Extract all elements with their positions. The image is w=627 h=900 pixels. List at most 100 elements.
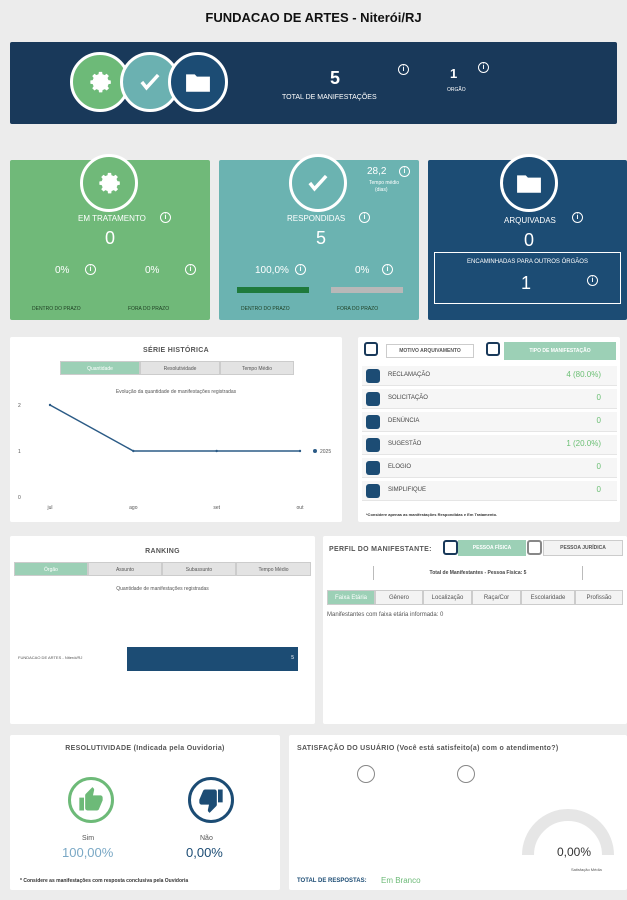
arquivadas-value: 0 [524, 230, 535, 250]
tab-assunto[interactable]: Assunto [88, 562, 162, 576]
info-icon[interactable]: i [359, 212, 370, 223]
summary-header: 5 TOTAL DE MANIFESTAÇÕES i 1 ORGÃO i [10, 42, 617, 124]
ranking-subtitle: Quantidade de manifestações registradas [116, 586, 209, 592]
tab-pessoa-fisica[interactable]: PESSOA FÍSICA [458, 540, 526, 556]
thumbs-up-icon [366, 461, 380, 475]
alert-icon [366, 415, 380, 429]
info-icon[interactable]: i [185, 264, 196, 275]
info-icon[interactable]: i [587, 275, 598, 286]
thumbs-down-icon [188, 777, 234, 823]
gear-icon [80, 154, 138, 212]
users-icon [457, 765, 475, 783]
document-icon [364, 342, 378, 356]
tipo-value: 0 [596, 393, 601, 402]
gauge-label: Satisfação Média [571, 867, 602, 872]
megaphone-icon [366, 369, 380, 383]
nao-value: 0,00% [186, 845, 223, 860]
tab-raca-cor[interactable]: Raça/Cor [472, 590, 521, 605]
gauge-value: 0,00% [557, 845, 592, 859]
tipo-value: 4 (80.0%) [566, 370, 601, 379]
tab-tipo-manifestacao[interactable]: TIPO DE MANIFESTAÇÃO [504, 342, 616, 360]
y-tick-label: 1 [18, 449, 21, 455]
motivo-footnote: *Considere apenas as manifestações Respo… [366, 512, 498, 517]
list-item[interactable]: SIMPLIFIQUE 0 [362, 481, 617, 501]
sim-value: 100,00% [62, 845, 114, 860]
em-tratamento-value: 0 [105, 228, 116, 248]
resolutividade-title: RESOLUTIVIDADE (Indicada pela Ouvidoria) [65, 745, 225, 752]
em-tratamento-label: EM TRATAMENTO [78, 214, 146, 223]
list-item[interactable]: DENÚNCIA 0 [362, 412, 617, 432]
tab-faixa-etaria[interactable]: Faixa Etária [327, 590, 375, 605]
encaminhadas-box: ENCAMINHADAS PARA OUTROS ÓRGÃOS 1 i [434, 252, 621, 304]
tipo-label: RECLAMAÇÃO [388, 372, 431, 378]
x-tick-label: ago [129, 505, 138, 511]
tempo-medio-unit: (dias) [375, 187, 388, 193]
tab-tempo-medio[interactable]: Tempo Médio [220, 361, 294, 375]
tipo-value: 1 (20.0%) [566, 439, 601, 448]
tab-escolaridade[interactable]: Escolaridade [521, 590, 575, 605]
info-icon[interactable]: i [398, 64, 409, 75]
respondidas-label: RESPONDIDAS [287, 214, 346, 223]
list-item[interactable]: RECLAMAÇÃO 4 (80.0%) [362, 366, 617, 386]
series-line [49, 404, 300, 452]
tab-pessoa-juridica[interactable]: PESSOA JURÍDICA [543, 540, 623, 556]
tab-genero[interactable]: Gênero [375, 590, 423, 605]
tipo-label: SUGESTÃO [388, 441, 422, 447]
info-icon[interactable]: i [160, 212, 171, 223]
data-point [48, 403, 52, 407]
info-icon[interactable]: i [382, 264, 393, 275]
perfil-panel: PERFIL DO MANIFESTANTE: PESSOA FÍSICA PE… [323, 536, 627, 724]
perfil-title: PERFIL DO MANIFESTANTE: [329, 546, 432, 553]
simplifique-icon [366, 484, 380, 498]
dentro-prazo-track [237, 287, 309, 293]
page-title: FUNDACAO DE ARTES - Niterói/RJ [205, 10, 422, 25]
folder-icon [500, 154, 558, 212]
encaminhadas-value: 1 [521, 273, 532, 293]
document-icon [366, 392, 380, 406]
ranking-bar: 5 [127, 647, 298, 671]
tipo-label: ELOGIO [388, 464, 412, 470]
serie-line-chart: 2 1 0 jul ago set out 2025 [18, 403, 331, 511]
legend-marker [313, 449, 317, 453]
tipo-label: SIMPLIFIQUE [388, 487, 427, 493]
tratamento-pct-dentro: 0% [55, 265, 70, 276]
arquivadas-label: ARQUIVADAS [504, 216, 556, 225]
x-tick-label: out [297, 505, 305, 511]
tab-ranking-tempo-medio[interactable]: Tempo Médio [236, 562, 311, 576]
serie-chart-title: Evolução da quantidade de manifestações … [115, 389, 237, 395]
dentro-prazo-bar [237, 287, 309, 293]
card-arquivadas: ARQUIVADAS i 0 ENCAMINHADAS PARA OUTROS … [428, 154, 627, 320]
tipo-label: DENÚNCIA [388, 418, 420, 424]
tab-subassunto[interactable]: Subassunto [162, 562, 236, 576]
users-icon [357, 765, 375, 783]
tab-localizacao[interactable]: Localização [423, 590, 472, 605]
list-item[interactable]: SOLICITAÇÃO 0 [362, 389, 617, 409]
total-manifestacoes-label: TOTAL DE MANIFESTAÇÕES [282, 94, 377, 101]
tempo-medio-label: Tempo médio [369, 180, 400, 186]
list-item[interactable]: SUGESTÃO 1 (20.0%) [362, 435, 617, 455]
tab-resolutividade[interactable]: Resolutividade [140, 361, 220, 375]
x-tick-label: jul [46, 505, 52, 511]
tab-orgao[interactable]: Órgão [14, 562, 88, 576]
resolutividade-panel: RESOLUTIVIDADE (Indicada pela Ouvidoria)… [10, 735, 280, 890]
info-icon[interactable]: i [295, 264, 306, 275]
dentro-prazo-label: DENTRO DO PRAZO [32, 306, 81, 312]
sim-label: Sim [82, 835, 95, 842]
tab-quantidade[interactable]: Quantidade [60, 361, 140, 375]
tab-profissao[interactable]: Profissão [575, 590, 623, 605]
ranking-title: RANKING [145, 548, 180, 555]
x-tick-label: set [213, 505, 220, 511]
data-point [132, 449, 135, 453]
info-icon[interactable]: i [85, 264, 96, 275]
info-icon[interactable]: i [399, 166, 410, 177]
check-icon [289, 154, 347, 212]
info-icon[interactable]: i [478, 62, 489, 73]
data-point [298, 449, 302, 453]
total-respostas-value: Em Branco [381, 876, 421, 885]
tab-motivo-arquivamento[interactable]: MOTIVO ARQUIVAMENTO [386, 344, 474, 358]
tipo-label: SOLICITAÇÃO [388, 395, 428, 401]
chat-icon [366, 438, 380, 452]
list-item[interactable]: ELOGIO 0 [362, 458, 617, 478]
total-manifestacoes-value: 5 [330, 68, 341, 88]
info-icon[interactable]: i [572, 212, 583, 223]
